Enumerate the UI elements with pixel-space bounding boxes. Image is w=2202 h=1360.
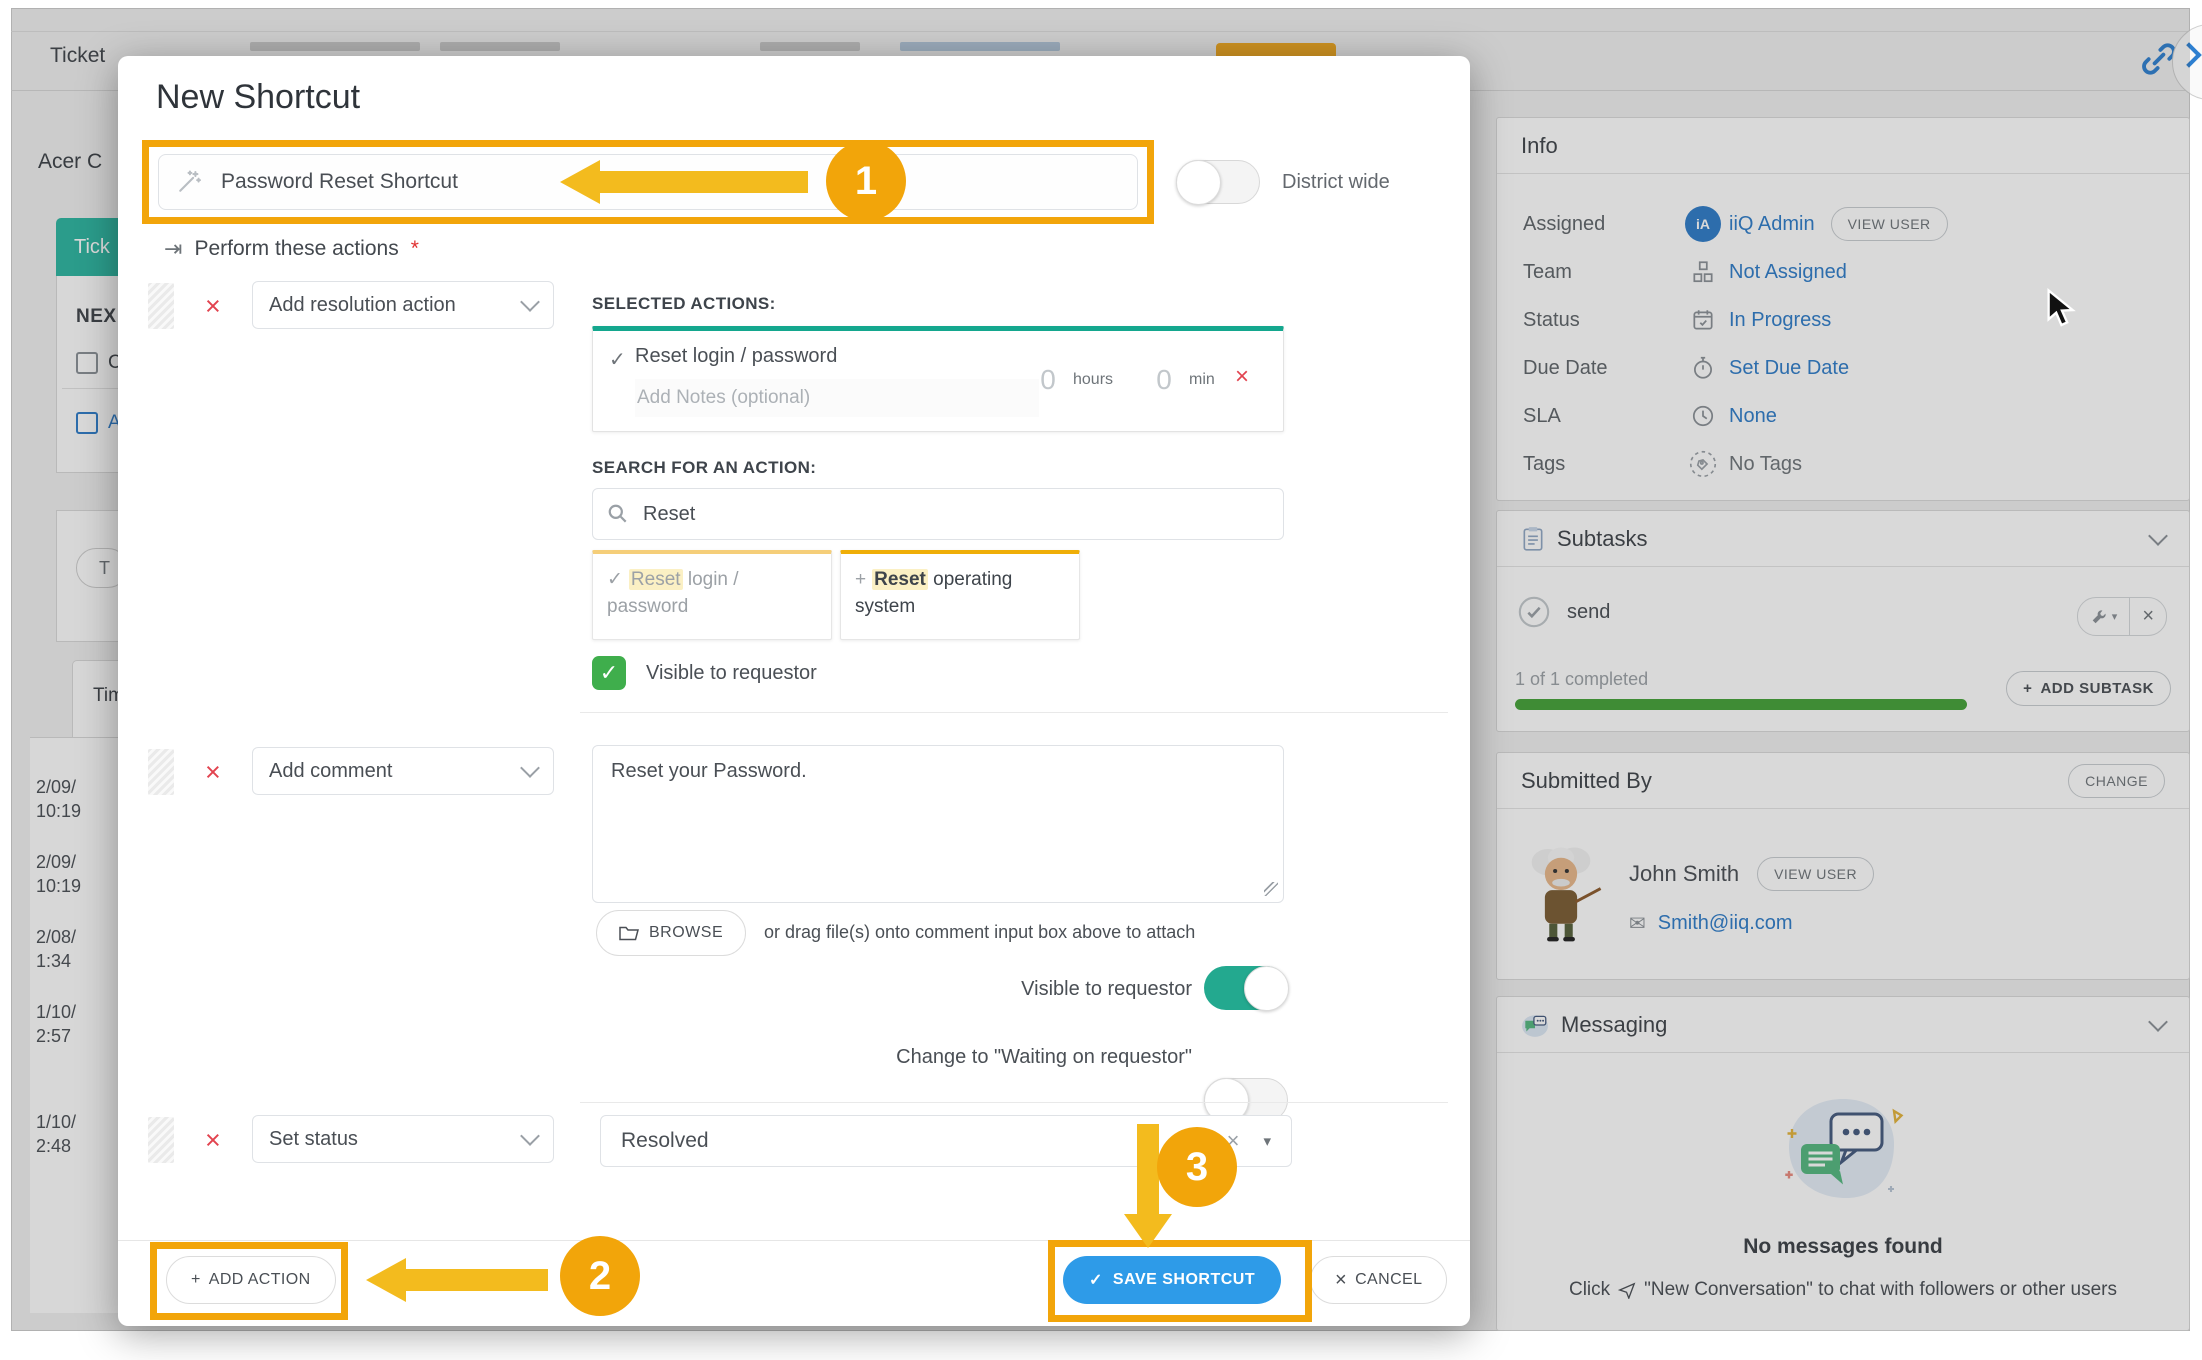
minutes-field: min	[1145, 363, 1215, 397]
action-suggestion-selected[interactable]: ✓Reset login / password	[592, 550, 832, 640]
selected-action-name: Reset login / password	[635, 345, 837, 368]
visible-to-requestor-row: ✓ Visible to requestor	[592, 656, 817, 690]
remove-action-button[interactable]: ×	[205, 1127, 221, 1154]
check-icon: ✓	[607, 569, 623, 590]
search-action-heading: SEARCH FOR AN ACTION:	[592, 458, 816, 478]
divider	[580, 712, 1448, 713]
browse-button[interactable]: BROWSE	[596, 910, 746, 956]
resize-handle[interactable]	[1264, 882, 1278, 896]
waiting-toggle-label: Change to "Waiting on requestor"	[772, 1046, 1192, 1069]
action-type-select-2[interactable]: Add comment	[252, 747, 554, 795]
callout-2-arrow	[366, 1258, 548, 1302]
screen: Ticket Acer C Tick NEX C A T Tim 2/09/10…	[0, 0, 2202, 1360]
action-search-field[interactable]	[592, 488, 1284, 540]
action-type-select-3[interactable]: Set status	[252, 1115, 554, 1163]
selected-actions-heading: SELECTED ACTIONS:	[592, 294, 776, 314]
district-wide-toggle[interactable]	[1176, 160, 1260, 204]
folder-icon	[619, 925, 639, 942]
callout-2-badge: 2	[560, 1236, 640, 1316]
action-type-select-1[interactable]: Add resolution action	[252, 281, 554, 329]
search-icon	[607, 503, 629, 525]
callout-3-badge: 3	[1157, 1127, 1237, 1207]
required-marker: *	[411, 237, 419, 261]
visible-to-requestor-checkbox[interactable]: ✓	[592, 656, 626, 690]
callout-1-badge: 1	[826, 141, 906, 221]
enter-actions-icon: ⇥	[164, 236, 182, 262]
chevron-down-icon	[520, 292, 540, 312]
drag-handle[interactable]	[148, 1117, 174, 1163]
new-shortcut-modal: New Shortcut District wide ⇥ Perform the…	[118, 56, 1470, 1326]
visible-toggle-label: Visible to requestor	[772, 978, 1192, 1001]
caret-down-icon[interactable]: ▾	[1263, 1132, 1271, 1150]
remove-action-button[interactable]: ×	[205, 759, 221, 786]
perform-actions-heading: ⇥ Perform these actions *	[164, 236, 419, 262]
divider	[580, 1102, 1448, 1103]
hours-input[interactable]	[1029, 363, 1067, 397]
selected-action-card: ✓ Reset login / password hours min ×	[592, 326, 1284, 432]
drag-handle[interactable]	[148, 283, 174, 329]
hours-field: hours	[1029, 363, 1113, 397]
minutes-input[interactable]	[1145, 363, 1183, 397]
action-suggestion-add[interactable]: +Reset operating system	[840, 550, 1080, 640]
chevron-down-icon	[520, 1126, 540, 1146]
district-wide-row: District wide	[1176, 160, 1390, 204]
remove-action-button[interactable]: ×	[205, 293, 221, 320]
highlight-box-3	[1048, 1240, 1312, 1322]
chevron-down-icon	[520, 758, 540, 778]
drag-handle[interactable]	[148, 749, 174, 795]
close-icon: ×	[1335, 1269, 1347, 1292]
district-wide-label: District wide	[1282, 171, 1390, 194]
callout-1-arrow	[560, 160, 808, 204]
remove-selected-action-button[interactable]: ×	[1235, 365, 1249, 389]
comment-textarea[interactable]: Reset your Password.	[592, 745, 1284, 903]
plus-icon: +	[855, 569, 866, 590]
action-search-input[interactable]	[641, 502, 1045, 527]
modal-title: New Shortcut	[156, 78, 360, 117]
visible-to-requestor-toggle[interactable]	[1204, 966, 1288, 1010]
mouse-cursor	[2046, 288, 2080, 328]
attach-hint-text: or drag file(s) onto comment input box a…	[764, 922, 1195, 943]
action-notes-input[interactable]	[635, 379, 1039, 417]
check-icon: ✓	[609, 347, 626, 372]
highlight-box-2	[150, 1242, 348, 1320]
cancel-button[interactable]: ×CANCEL	[1310, 1256, 1447, 1304]
